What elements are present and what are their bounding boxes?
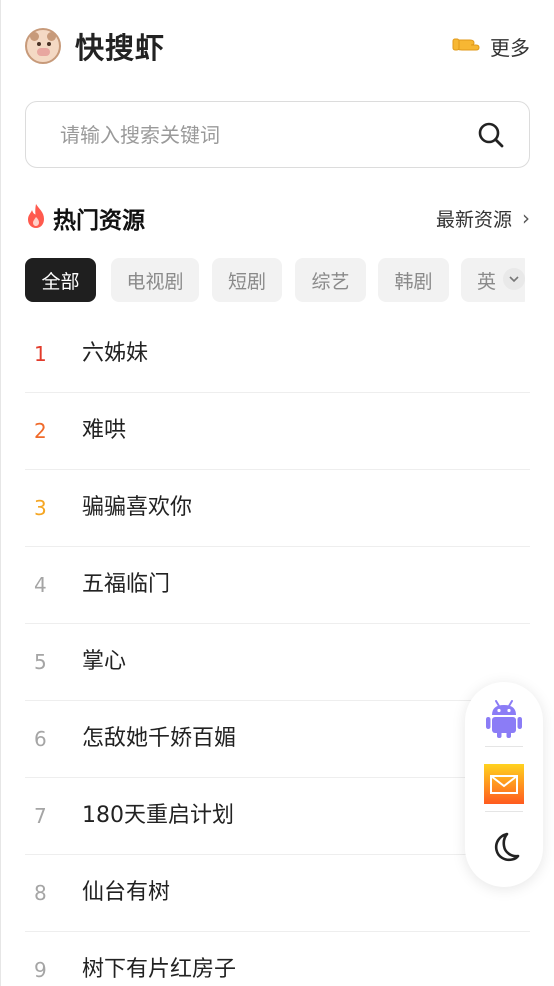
hot-section-header: 热门资源 最新资源 › <box>25 200 530 236</box>
chevron-down-icon[interactable] <box>503 268 525 290</box>
list-item[interactable]: 8 仙台有树 <box>25 855 530 932</box>
latest-resources-label: 最新资源 <box>435 208 512 231</box>
rank-number: 2 <box>34 419 47 443</box>
rank-number: 8 <box>34 881 47 905</box>
list-item[interactable]: 9 树下有片红房子 <box>25 932 530 986</box>
item-title: 掌心 <box>82 649 127 674</box>
latest-resources-link[interactable]: 最新资源 › <box>436 205 530 232</box>
search-icon[interactable] <box>477 121 505 149</box>
section-title: 热门资源 <box>53 208 145 234</box>
category-tabs: 全部 电视剧 短剧 综艺 韩剧 英 <box>25 258 525 302</box>
item-title: 难哄 <box>82 418 127 443</box>
moon-icon[interactable] <box>484 828 524 868</box>
item-title: 180天重启计划 <box>82 803 234 828</box>
hot-list: 1 六姊妹 2 难哄 3 骗骗喜欢你 4 五福临门 5 掌心 6 怎敌她千娇百媚… <box>25 316 530 986</box>
item-title: 骗骗喜欢你 <box>82 495 193 520</box>
rank-number: 3 <box>34 496 47 520</box>
tab-all[interactable]: 全部 <box>25 258 96 302</box>
item-title: 六姊妹 <box>82 341 149 366</box>
rank-number: 6 <box>34 727 47 751</box>
search-box <box>25 101 530 168</box>
list-item[interactable]: 4 五福临门 <box>25 547 530 624</box>
list-item[interactable]: 6 怎敌她千娇百媚 <box>25 701 530 778</box>
pointing-hand-icon <box>452 32 482 60</box>
tab-variety[interactable]: 综艺 <box>295 258 366 302</box>
list-item[interactable]: 7 180天重启计划 <box>25 778 530 855</box>
rank-number: 1 <box>34 342 47 366</box>
tab-tv-drama[interactable]: 电视剧 <box>111 258 199 302</box>
list-item[interactable]: 1 六姊妹 <box>25 316 530 393</box>
divider <box>485 811 523 812</box>
item-title: 五福临门 <box>82 572 171 597</box>
mail-icon[interactable] <box>484 764 524 804</box>
list-item[interactable]: 3 骗骗喜欢你 <box>25 470 530 547</box>
search-input[interactable] <box>58 101 477 168</box>
fire-icon <box>25 203 47 233</box>
tab-korean-drama[interactable]: 韩剧 <box>378 258 449 302</box>
header: 快搜虾 更多 <box>25 26 530 66</box>
rank-number: 9 <box>34 958 47 982</box>
list-item[interactable]: 5 掌心 <box>25 624 530 701</box>
rank-number: 7 <box>34 804 47 828</box>
pig-logo-icon <box>25 28 61 64</box>
page: 快搜虾 更多 请输入搜索关键词 热门资源 最新资源 › 全部 电视剧 短剧 综艺… <box>0 0 554 986</box>
rank-number: 4 <box>34 573 47 597</box>
brand[interactable]: 快搜虾 <box>25 25 165 67</box>
chevron-right-icon: › <box>522 206 530 230</box>
divider <box>485 746 523 747</box>
more-label: 更多 <box>490 35 530 60</box>
brand-name: 快搜虾 <box>75 31 166 65</box>
android-icon[interactable] <box>484 699 524 739</box>
list-item[interactable]: 2 难哄 <box>25 393 530 470</box>
floating-panel <box>465 682 543 887</box>
more-button[interactable]: 更多 <box>452 32 530 61</box>
tab-short-drama[interactable]: 短剧 <box>212 258 282 302</box>
rank-number: 5 <box>34 650 47 674</box>
item-title: 树下有片红房子 <box>82 957 237 982</box>
item-title: 仙台有树 <box>82 880 171 905</box>
item-title: 怎敌她千娇百媚 <box>82 726 237 751</box>
